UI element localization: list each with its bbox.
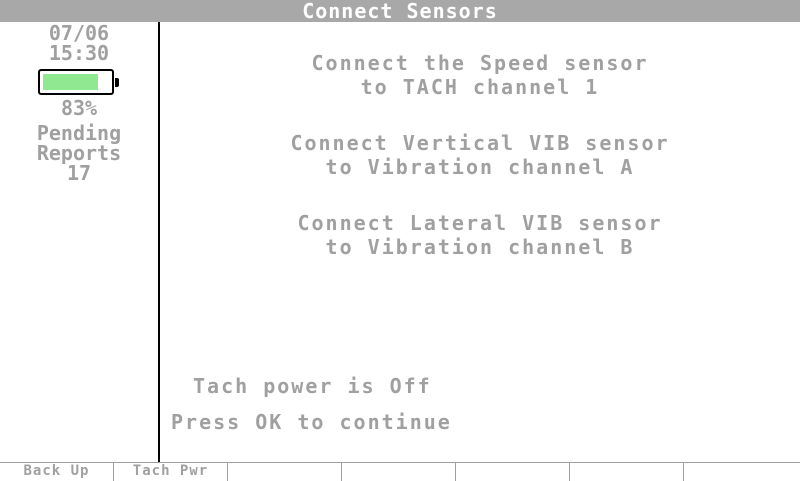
softkey-3[interactable] — [228, 463, 342, 481]
instruction-line: to Vibration channel A — [325, 155, 635, 179]
battery-percent: 83% — [60, 96, 98, 120]
softkey-back-up[interactable]: Back Up — [0, 463, 114, 481]
instruction-line: to TACH channel 1 — [360, 75, 600, 99]
softkey-tach-power[interactable]: Tach Pwr — [114, 463, 228, 481]
instruction-line: Connect the Speed sensor — [311, 51, 649, 75]
pending-reports-count: 17 — [66, 161, 92, 185]
instruction-line: to Vibration channel B — [325, 235, 635, 259]
instruction-vertical-vib: Connect Vertical VIB sensor to Vibration… — [160, 131, 800, 179]
status-sidebar: 07/06 15:30 83% Pending Reports 17 — [0, 22, 160, 462]
softkey-7[interactable] — [684, 463, 800, 481]
battery-terminal — [115, 78, 119, 87]
tach-power-status: Tach power is Off — [193, 374, 432, 398]
instruction-line: Connect Vertical VIB sensor — [290, 131, 670, 155]
battery-level-fill — [43, 74, 98, 90]
instruction-speed-sensor: Connect the Speed sensor to TACH channel… — [160, 51, 800, 99]
pending-reports-label: Pending Reports — [0, 123, 158, 163]
softkey-5[interactable] — [456, 463, 570, 481]
instruction-line: Connect Lateral VIB sensor — [297, 211, 663, 235]
screen-title: Connect Sensors — [0, 0, 800, 23]
continue-prompt: Press OK to continue — [171, 410, 452, 434]
date-display: 07/06 — [48, 21, 110, 45]
time-display: 15:30 — [48, 41, 110, 65]
battery-icon — [38, 69, 119, 95]
instruction-lateral-vib: Connect Lateral VIB sensor to Vibration … — [160, 211, 800, 259]
softkey-bar: Back Up Tach Pwr — [0, 462, 800, 481]
pending-label-line1: Pending — [36, 121, 122, 145]
softkey-6[interactable] — [570, 463, 684, 481]
pending-label-line2: Reports — [36, 141, 122, 165]
main-panel: Connect the Speed sensor to TACH channel… — [160, 22, 800, 462]
softkey-4[interactable] — [342, 463, 456, 481]
